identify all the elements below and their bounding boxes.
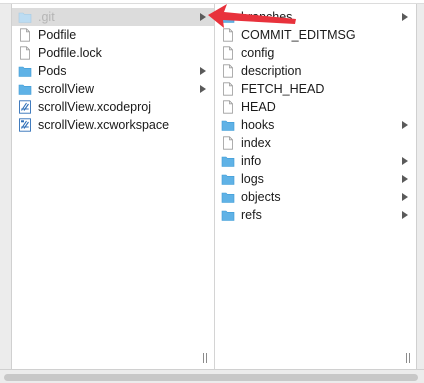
list-item-config[interactable]: config xyxy=(215,44,416,62)
folder-icon xyxy=(221,174,235,185)
chevron-right-icon xyxy=(402,157,408,165)
list-item-refs[interactable]: refs xyxy=(215,206,416,224)
folder-icon xyxy=(221,120,235,131)
folder-icon xyxy=(18,12,32,23)
list-item-label: scrollView.xcodeproj xyxy=(38,100,152,114)
document-icon xyxy=(223,46,233,60)
right-edge xyxy=(416,4,424,369)
chevron-right-icon xyxy=(402,211,408,219)
list-item-logs[interactable]: logs xyxy=(215,170,416,188)
list-item-label: Pods xyxy=(38,64,67,78)
list-item-label: .git xyxy=(38,10,55,24)
list-item-pods[interactable]: Pods xyxy=(12,62,214,80)
list-item-xcworkspace[interactable]: scrollView.xcworkspace xyxy=(12,116,214,134)
horizontal-scrollbar[interactable] xyxy=(0,369,424,383)
chevron-right-icon xyxy=(402,13,408,21)
folder-icon xyxy=(221,210,235,221)
list-item-label: index xyxy=(241,136,271,150)
folder-icon xyxy=(221,156,235,167)
chevron-right-icon xyxy=(402,175,408,183)
list-item-xcodeproj[interactable]: scrollView.xcodeproj xyxy=(12,98,214,116)
list-item-label: info xyxy=(241,154,262,168)
list-item-label: FETCH_HEAD xyxy=(241,82,325,96)
annotation-arrow-icon xyxy=(208,4,296,28)
document-icon xyxy=(223,64,233,78)
scrollbar-thumb[interactable] xyxy=(4,374,418,381)
list-item-label: description xyxy=(241,64,302,78)
document-icon xyxy=(20,46,30,60)
list-item-label: config xyxy=(241,46,275,60)
list-item-hooks[interactable]: hooks xyxy=(215,116,416,134)
list-item-podfile[interactable]: Podfile xyxy=(12,26,214,44)
list-item-head[interactable]: HEAD xyxy=(215,98,416,116)
chevron-right-icon xyxy=(200,85,206,93)
list-item-label: scrollView.xcworkspace xyxy=(38,118,170,132)
file-list: branches COMMIT_EDITMSG config descripti… xyxy=(215,4,416,222)
column-git[interactable]: branches COMMIT_EDITMSG config descripti… xyxy=(215,4,416,369)
list-item-fetch-head[interactable]: FETCH_HEAD xyxy=(215,80,416,98)
chevron-right-icon xyxy=(402,121,408,129)
list-item-description[interactable]: description xyxy=(215,62,416,80)
xcode-project-icon xyxy=(19,100,31,114)
list-item-objects[interactable]: objects xyxy=(215,188,416,206)
document-icon xyxy=(223,82,233,96)
list-item-info[interactable]: info xyxy=(215,152,416,170)
column-resize-handle[interactable] xyxy=(202,353,210,363)
list-item-label: refs xyxy=(241,208,262,222)
left-edge xyxy=(0,4,12,369)
xcode-workspace-icon xyxy=(19,118,31,132)
column-resize-handle[interactable] xyxy=(405,353,413,363)
file-list: .git Podfile Podfile.lock Pods scrollVie… xyxy=(12,4,214,132)
list-item-label: scrollView xyxy=(38,82,95,96)
folder-icon xyxy=(221,192,235,203)
document-icon xyxy=(223,100,233,114)
list-item-podfile-lock[interactable]: Podfile.lock xyxy=(12,44,214,62)
list-item-label: HEAD xyxy=(241,100,276,114)
finder-column-browser: .git Podfile Podfile.lock Pods scrollVie… xyxy=(0,0,424,383)
list-item-label: Podfile.lock xyxy=(38,46,102,60)
chevron-right-icon xyxy=(402,193,408,201)
document-icon xyxy=(20,28,30,42)
column-project[interactable]: .git Podfile Podfile.lock Pods scrollVie… xyxy=(12,4,215,369)
folder-icon xyxy=(18,66,32,77)
list-item-label: hooks xyxy=(241,118,275,132)
list-item-label: logs xyxy=(241,172,264,186)
list-item-git[interactable]: .git xyxy=(12,8,214,26)
document-icon xyxy=(223,136,233,150)
list-item-label: objects xyxy=(241,190,281,204)
list-item-scrollview[interactable]: scrollView xyxy=(12,80,214,98)
folder-icon xyxy=(18,84,32,95)
chevron-right-icon xyxy=(200,67,206,75)
list-item-label: Podfile xyxy=(38,28,77,42)
list-item-index[interactable]: index xyxy=(215,134,416,152)
